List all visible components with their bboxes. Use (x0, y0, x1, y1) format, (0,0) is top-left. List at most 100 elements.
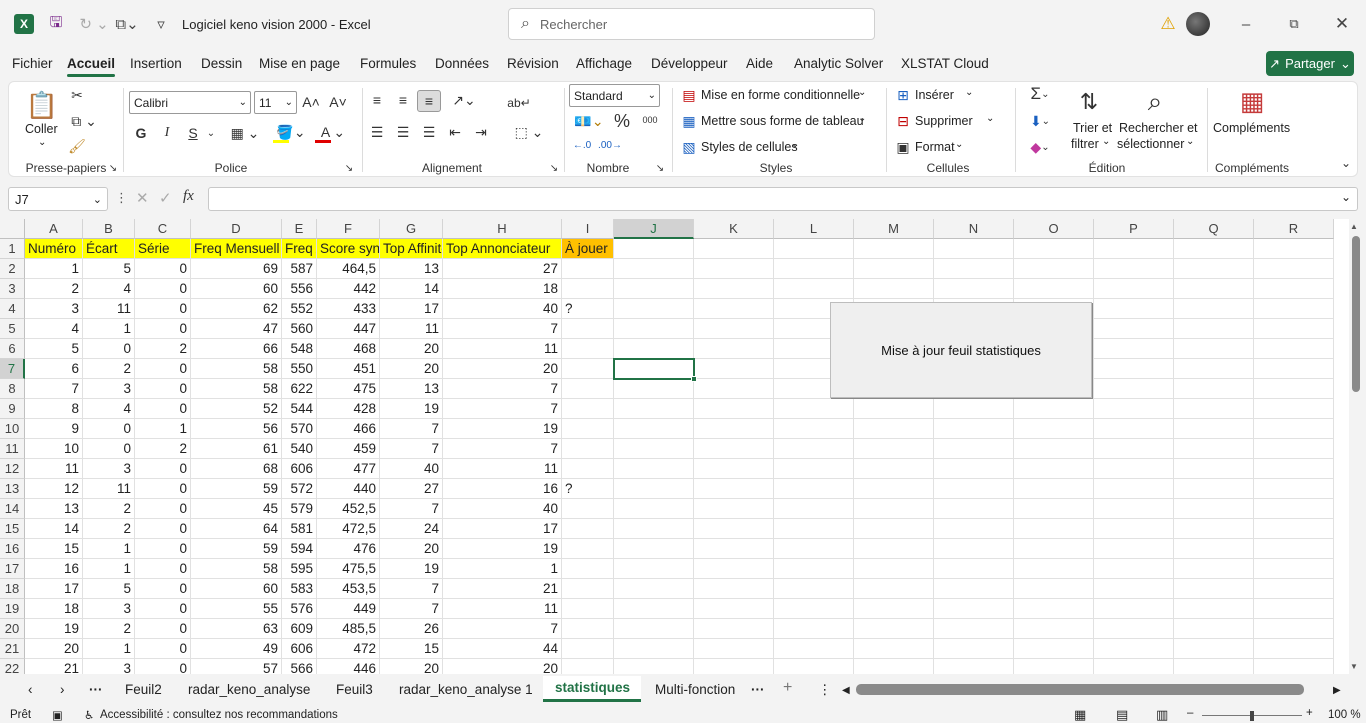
table-cell[interactable] (934, 599, 1014, 619)
column-header-h[interactable]: H (443, 219, 562, 239)
selected-cell-j7[interactable] (613, 358, 697, 382)
tab-statistiques[interactable]: statistiques (555, 680, 630, 695)
table-cell[interactable] (614, 579, 694, 599)
menu-developpeur[interactable]: Développeur (651, 56, 728, 71)
table-cell[interactable] (934, 539, 1014, 559)
table-cell[interactable] (562, 379, 614, 399)
fill-handle[interactable] (691, 376, 697, 382)
table-cell[interactable]: 475 (317, 379, 380, 399)
table-cell[interactable]: 440 (317, 479, 380, 499)
scroll-left-icon[interactable]: ◀ (842, 685, 850, 696)
table-cell[interactable]: ? (562, 299, 614, 319)
table-cell[interactable]: 49 (191, 639, 282, 659)
chevron-down-icon[interactable]: ⌄ (955, 139, 963, 150)
insert-cells-icon[interactable]: ⊞ (895, 87, 911, 103)
table-cell[interactable] (1174, 499, 1254, 519)
table-cell[interactable] (562, 499, 614, 519)
row-header[interactable]: 3 (0, 279, 25, 299)
table-cell[interactable] (694, 639, 774, 659)
table-cell[interactable]: 17 (25, 579, 83, 599)
table-cell[interactable] (1014, 419, 1094, 439)
scroll-up-icon[interactable]: ▲ (1350, 222, 1358, 231)
header-cell[interactable]: Top Affinité (380, 239, 443, 259)
table-cell[interactable]: 0 (135, 479, 191, 499)
table-cell[interactable] (614, 639, 694, 659)
table-cell[interactable]: 11 (380, 319, 443, 339)
table-cell[interactable] (934, 419, 1014, 439)
table-cell[interactable] (774, 619, 854, 639)
find-select-icon[interactable]: ⌕ (1139, 86, 1171, 118)
table-cell[interactable] (1174, 579, 1254, 599)
table-cell[interactable] (934, 639, 1014, 659)
merge-center-icon[interactable]: ⬚ ⌄ (509, 124, 549, 140)
table-cell[interactable]: 6 (25, 359, 83, 379)
header-cell[interactable] (854, 239, 934, 259)
table-cell[interactable] (614, 619, 694, 639)
menu-mise-en-page[interactable]: Mise en page (259, 56, 340, 71)
table-cell[interactable]: 472,5 (317, 519, 380, 539)
table-cell[interactable] (1254, 299, 1334, 319)
table-cell[interactable] (1174, 639, 1254, 659)
zoom-level[interactable]: 100 % (1328, 709, 1361, 721)
save-icon[interactable]: 🖫 (46, 14, 66, 34)
align-left-icon[interactable]: ☰ (369, 124, 385, 140)
row-header[interactable]: 8 (0, 379, 25, 399)
table-cell[interactable]: 7 (380, 579, 443, 599)
table-cell[interactable]: 17 (443, 519, 562, 539)
search-box[interactable]: ⌕ Rechercher (508, 8, 875, 40)
number-format-select[interactable]: Standard ⌄ (569, 84, 660, 107)
table-cell[interactable]: 476 (317, 539, 380, 559)
delete-cells-icon[interactable]: ⊟ (895, 113, 911, 129)
thousands-button[interactable]: 000 (639, 113, 661, 127)
table-cell[interactable]: 595 (282, 559, 317, 579)
table-cell[interactable] (1094, 279, 1174, 299)
table-cell[interactable] (1174, 419, 1254, 439)
table-cell[interactable] (614, 399, 694, 419)
zoom-slider-handle[interactable] (1250, 711, 1254, 721)
column-header-k[interactable]: K (694, 219, 774, 239)
minimize-icon[interactable]: – (1236, 14, 1256, 34)
table-cell[interactable]: 428 (317, 399, 380, 419)
chevron-down-icon[interactable]: ⌄ (965, 87, 973, 98)
table-cell[interactable]: 58 (191, 379, 282, 399)
column-header-j[interactable]: J (614, 219, 694, 239)
table-cell[interactable] (774, 499, 854, 519)
table-cell[interactable] (614, 479, 694, 499)
table-cell[interactable] (1254, 359, 1334, 379)
table-cell[interactable] (1174, 439, 1254, 459)
sort-filter-label-1[interactable]: Trier et (1073, 121, 1112, 135)
table-cell[interactable] (694, 299, 774, 319)
column-header-r[interactable]: R (1254, 219, 1334, 239)
table-cell[interactable] (774, 459, 854, 479)
table-cell[interactable] (1254, 539, 1334, 559)
table-cell[interactable] (694, 379, 774, 399)
delete-cells-button[interactable]: Supprimer (915, 114, 973, 128)
table-cell[interactable]: 540 (282, 439, 317, 459)
row-header[interactable]: 11 (0, 439, 25, 459)
table-cell[interactable] (1014, 639, 1094, 659)
table-cell[interactable]: 2 (83, 519, 135, 539)
table-cell[interactable] (562, 319, 614, 339)
table-cell[interactable]: 20 (380, 359, 443, 379)
table-cell[interactable] (1094, 579, 1174, 599)
decrease-indent-icon[interactable]: ⇤ (447, 124, 463, 140)
table-cell[interactable] (614, 419, 694, 439)
table-cell[interactable]: 0 (135, 279, 191, 299)
column-header-a[interactable]: A (25, 219, 83, 239)
avatar[interactable] (1186, 12, 1210, 36)
conditional-format-icon[interactable]: ▤ (681, 87, 697, 103)
increase-decimal-icon[interactable]: ←.0 (571, 136, 593, 154)
table-cell[interactable] (694, 519, 774, 539)
table-cell[interactable] (694, 479, 774, 499)
table-cell[interactable]: 24 (380, 519, 443, 539)
table-cell[interactable]: 0 (135, 299, 191, 319)
column-header-g[interactable]: G (380, 219, 443, 239)
table-cell[interactable] (1014, 399, 1094, 419)
table-cell[interactable] (614, 539, 694, 559)
table-cell[interactable] (854, 639, 934, 659)
row-header[interactable]: 17 (0, 559, 25, 579)
table-cell[interactable] (934, 399, 1014, 419)
row-header[interactable]: 14 (0, 499, 25, 519)
format-cells-icon[interactable]: ▣ (895, 139, 911, 155)
table-cell[interactable] (1094, 639, 1174, 659)
